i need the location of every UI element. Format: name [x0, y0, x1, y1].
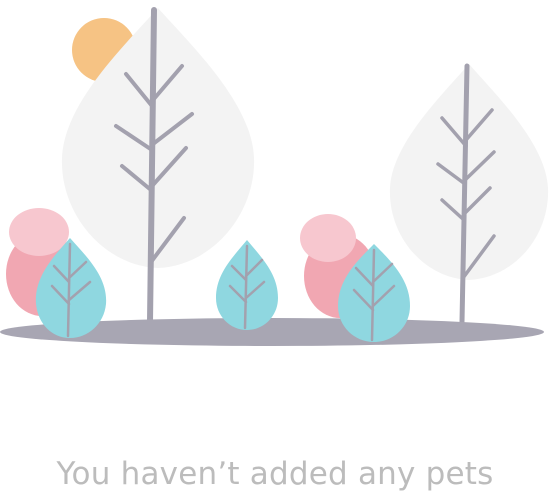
- empty-forest-illustration: [0, 7, 549, 346]
- big-tree-right-icon: [389, 63, 549, 325]
- teal-bush-center-icon: [216, 240, 278, 330]
- empty-state-message: You haven’t added any pets: [56, 456, 494, 492]
